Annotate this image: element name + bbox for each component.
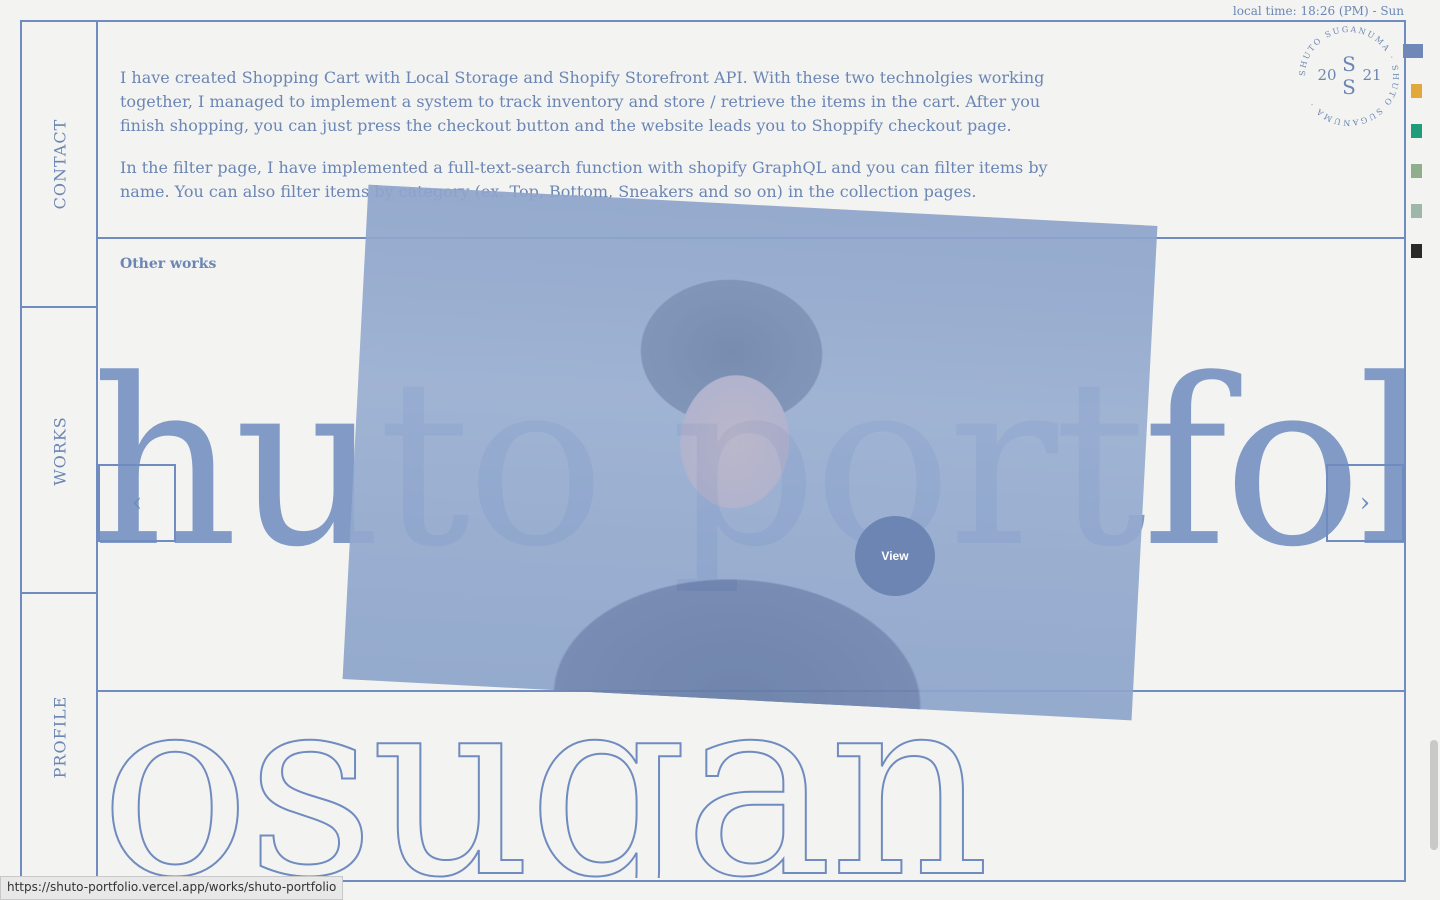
sidebar-item-label: PROFILE [50, 695, 70, 779]
theme-swatch[interactable] [1411, 84, 1422, 98]
theme-swatch[interactable] [1403, 44, 1423, 58]
theme-swatch[interactable] [1411, 124, 1422, 138]
seal-monogram-top: S [1342, 52, 1356, 76]
profile-section: osugan [100, 692, 1404, 878]
status-bar-url: https://shuto-portfolio.vercel.app/works… [0, 876, 344, 900]
sidebar-item-profile[interactable]: PROFILE [22, 594, 98, 880]
page-scrollbar[interactable] [1430, 740, 1438, 850]
sidebar-nav: CONTACT WORKS PROFILE [20, 20, 98, 880]
seal-svg: SHUTO SUGANUMA · SHUTO SUGANUMA · 20 21 … [1298, 25, 1398, 127]
chevron-left-icon: ‹ [131, 488, 143, 518]
sidebar-item-contact[interactable]: CONTACT [22, 20, 98, 307]
sidebar-item-label: WORKS [50, 415, 70, 486]
theme-swatch[interactable] [1411, 244, 1422, 258]
sidebar-item-works[interactable]: WORKS [22, 308, 98, 593]
carousel-prev-button[interactable]: ‹ [98, 464, 176, 542]
chevron-right-icon: › [1359, 488, 1371, 518]
sidebar-item-label: CONTACT [50, 118, 70, 209]
seal-left-num: 20 [1317, 66, 1336, 84]
seal-monogram-bottom: S [1342, 75, 1356, 99]
theme-swatch[interactable] [1411, 164, 1422, 178]
seal-right-num: 21 [1362, 66, 1381, 84]
image-tint [342, 184, 1158, 721]
logo-seal[interactable]: SHUTO SUGANUMA · SHUTO SUGANUMA · 20 21 … [1294, 25, 1404, 127]
profile-title: osugan [100, 692, 991, 878]
description-paragraph: I have created Shopping Cart with Local … [120, 68, 1045, 135]
view-button[interactable]: View [855, 516, 935, 596]
work-preview-image[interactable] [342, 184, 1158, 721]
local-time: local time: 18:26 (PM) - Sun [1232, 4, 1404, 18]
carousel-next-button[interactable]: › [1326, 464, 1404, 542]
theme-swatch[interactable] [1411, 204, 1422, 218]
